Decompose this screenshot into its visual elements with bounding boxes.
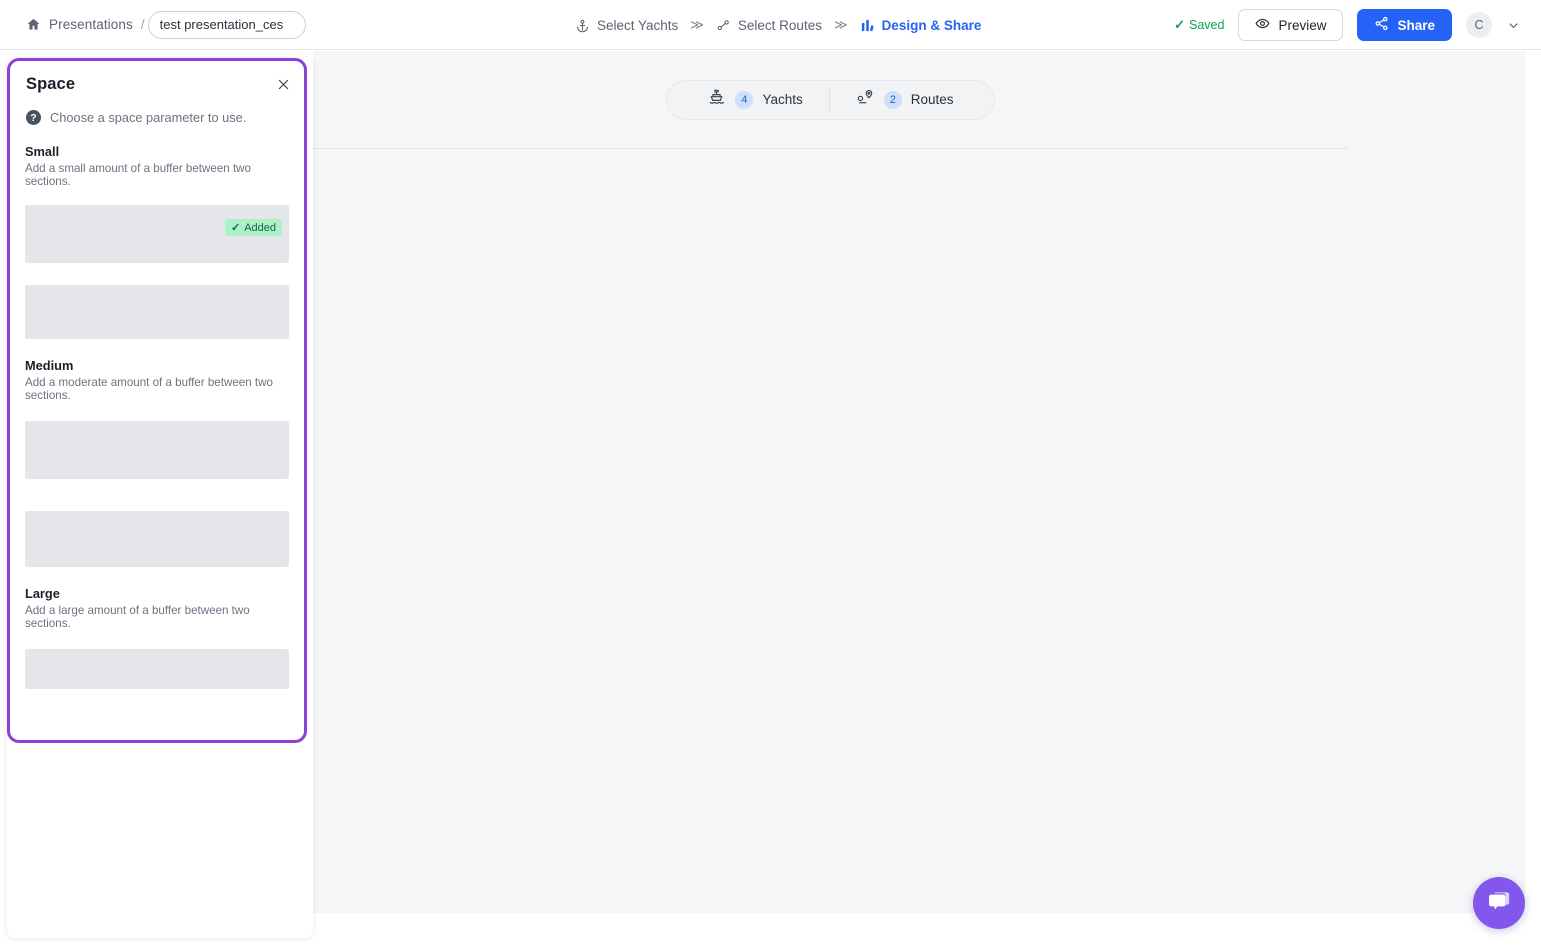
space-option-medium-1[interactable] [25, 421, 289, 479]
space-option-large-1[interactable] [25, 649, 289, 689]
status-badge: ✓ Added [224, 219, 282, 236]
route-pin-icon [856, 88, 875, 112]
section-description: Add a large amount of a buffer between t… [25, 604, 250, 630]
close-icon[interactable] [273, 74, 293, 94]
presentation-title-input[interactable] [147, 10, 306, 39]
yachts-count-badge: 4 [735, 90, 754, 109]
chevron-down-icon[interactable] [1506, 18, 1521, 33]
popover-hint: ? Choose a space parameter to use. [10, 94, 304, 125]
space-popover: Space ? Choose a space parameter to use.… [7, 58, 307, 743]
preview-button[interactable]: Preview [1238, 9, 1344, 41]
popover-body: Small Add a small amount of a buffer bet… [10, 144, 304, 740]
toggle-yachts[interactable]: 4 Yachts [681, 88, 828, 112]
chat-widget-button[interactable] [1473, 877, 1525, 929]
space-section-medium: Medium Add a moderate amount of a buffer… [25, 358, 289, 567]
entity-toggle: 4 Yachts 2 Routes [666, 79, 995, 120]
popover-header: Space [10, 61, 304, 94]
space-section-small: Small Add a small amount of a buffer bet… [25, 144, 289, 339]
section-description: Add a small amount of a buffer between t… [25, 162, 251, 188]
toggle-routes[interactable]: 2 Routes [828, 87, 980, 112]
popover-title: Space [26, 75, 76, 93]
eye-icon [1255, 16, 1270, 34]
chart-icon [860, 18, 875, 33]
breadcrumb-separator: / [140, 17, 145, 32]
saved-status: ✓ Saved [1174, 17, 1224, 33]
step-label: Select Yachts [597, 17, 679, 33]
status-badge-label: Added [244, 221, 276, 234]
check-icon: ✓ [1174, 17, 1185, 32]
routes-count-badge: 2 [883, 90, 902, 109]
route-icon [716, 18, 731, 33]
share-label: Share [1397, 17, 1435, 33]
section-title: Medium [25, 358, 74, 373]
step-select-routes[interactable]: Select Routes [716, 18, 822, 33]
question-mark-icon: ? [26, 110, 41, 125]
section-description: Add a moderate amount of a buffer betwee… [25, 376, 273, 402]
space-option-small-1[interactable]: ✓ Added [25, 205, 289, 263]
space-section-large: Large Add a large amount of a buffer bet… [25, 586, 289, 740]
entity-toggle-row: 4 Yachts 2 Routes [313, 51, 1348, 148]
saved-label: Saved [1189, 18, 1225, 32]
breadcrumb-presentations-link[interactable]: Presentations [49, 17, 133, 32]
workflow-steps: Select Yachts ≫ Select Routes ≫ Design & [575, 0, 981, 50]
section-title: Large [25, 586, 60, 601]
home-icon[interactable] [26, 17, 41, 32]
space-option-small-2[interactable] [25, 285, 289, 339]
section-title: Small [25, 144, 60, 159]
main-canvas: 4 Yachts 2 Routes [313, 51, 1525, 913]
check-icon: ✓ [230, 222, 241, 234]
popover-hint-text: Choose a space parameter to use. [50, 110, 247, 125]
breadcrumb: Presentations / [0, 17, 145, 32]
step-separator: ≫ [690, 17, 704, 32]
space-option-medium-2[interactable] [25, 511, 289, 567]
chat-bubble-icon [1485, 888, 1513, 919]
header-actions: ✓ Saved Preview Share C [1174, 0, 1521, 50]
step-label: Select Routes [737, 17, 822, 33]
avatar[interactable]: C [1466, 12, 1492, 38]
step-design-and-share[interactable]: Design & Share [860, 17, 982, 33]
share-icon [1374, 16, 1389, 34]
share-button[interactable]: Share [1357, 9, 1452, 41]
anchor-icon [575, 18, 590, 33]
content-divider [313, 148, 1348, 149]
step-separator: ≫ [833, 17, 848, 32]
yacht-icon [707, 88, 726, 112]
app-header: Presentations / Select Yachts ≫ Select R… [0, 0, 1541, 50]
step-select-yachts[interactable]: Select Yachts [575, 18, 678, 33]
toggle-yachts-label: Yachts [762, 92, 803, 107]
step-label: Design & Share [881, 17, 982, 33]
preview-label: Preview [1278, 17, 1327, 33]
toggle-routes-label: Routes [910, 92, 954, 107]
